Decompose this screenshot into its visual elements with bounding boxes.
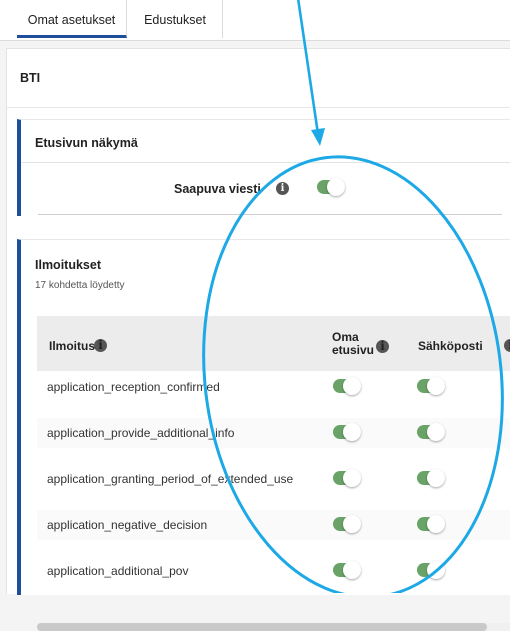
front-page-view-title: Etusivun näkymä <box>35 136 138 150</box>
tab-own-settings[interactable]: Omat asetukset <box>17 0 127 38</box>
table-row: application_granting_period_of_extended_… <box>37 464 510 494</box>
toggle-knob <box>343 423 361 441</box>
settings-panel: BTI Etusivun näkymä Saapuva viesti i Ilm… <box>6 48 510 631</box>
toggle-knob <box>343 469 361 487</box>
toggle-knob <box>427 561 445 579</box>
table-row: application_negative_decision <box>37 510 510 540</box>
own-front-page-toggle[interactable] <box>333 561 361 579</box>
incoming-message-label: Saapuva viesti <box>174 182 261 196</box>
notification-code: application_negative_decision <box>47 518 208 532</box>
table-row: application_reception_confirmed <box>37 372 510 402</box>
divider <box>7 107 510 108</box>
email-toggle[interactable] <box>417 377 445 395</box>
toggle-knob <box>343 515 361 533</box>
column-header-own-front-page[interactable]: Oma etusivu <box>332 331 374 357</box>
divider <box>38 214 502 215</box>
email-toggle[interactable] <box>417 515 445 533</box>
table-row: application_additional_pov <box>37 556 510 586</box>
incoming-message-toggle[interactable] <box>317 178 345 196</box>
header-line: Oma <box>332 330 359 344</box>
notification-code: application_reception_confirmed <box>47 380 220 394</box>
notifications-title: Ilmoitukset <box>35 258 101 272</box>
notification-code: application_provide_additional_info <box>47 426 235 440</box>
own-front-page-toggle[interactable] <box>333 423 361 441</box>
email-toggle[interactable] <box>417 469 445 487</box>
own-front-page-toggle[interactable] <box>333 515 361 533</box>
column-header-notice[interactable]: Ilmoitus <box>49 339 95 353</box>
toggle-knob <box>427 377 445 395</box>
info-icon[interactable]: i <box>276 182 289 195</box>
toggle-knob <box>343 561 361 579</box>
info-icon[interactable]: i <box>376 340 389 353</box>
divider <box>21 162 510 163</box>
info-icon[interactable]: i <box>504 339 510 352</box>
result-count: 17 kohdetta löydetty <box>35 280 125 291</box>
toggle-knob <box>327 178 345 196</box>
organization-title: BTI <box>20 71 41 85</box>
notification-code: application_additional_pov <box>47 564 189 578</box>
email-toggle[interactable] <box>417 561 445 579</box>
toggle-knob <box>343 377 361 395</box>
table-header: Ilmoitus i Oma etusivu i Sähköposti i <box>37 316 510 371</box>
own-front-page-toggle[interactable] <box>333 377 361 395</box>
column-header-email[interactable]: Sähköposti <box>418 339 483 353</box>
scrollbar-thumb[interactable] <box>37 623 487 631</box>
notifications-card: Ilmoitukset 17 kohdetta löydetty Ilmoitu… <box>17 239 510 631</box>
table-row: application_provide_additional_info <box>37 418 510 448</box>
tab-representations[interactable]: Edustukset <box>128 0 223 38</box>
toggle-knob <box>427 423 445 441</box>
own-front-page-toggle[interactable] <box>333 469 361 487</box>
toggle-knob <box>427 515 445 533</box>
email-toggle[interactable] <box>417 423 445 441</box>
horizontal-scrollbar[interactable] <box>37 623 510 631</box>
notification-code: application_granting_period_of_extended_… <box>47 472 294 486</box>
header-line: etusivu <box>332 343 375 357</box>
info-icon[interactable]: i <box>94 339 107 352</box>
front-page-view-card: Etusivun näkymä Saapuva viesti i <box>17 119 510 216</box>
tab-bar: Omat asetukset Edustukset <box>0 0 510 41</box>
toggle-knob <box>427 469 445 487</box>
